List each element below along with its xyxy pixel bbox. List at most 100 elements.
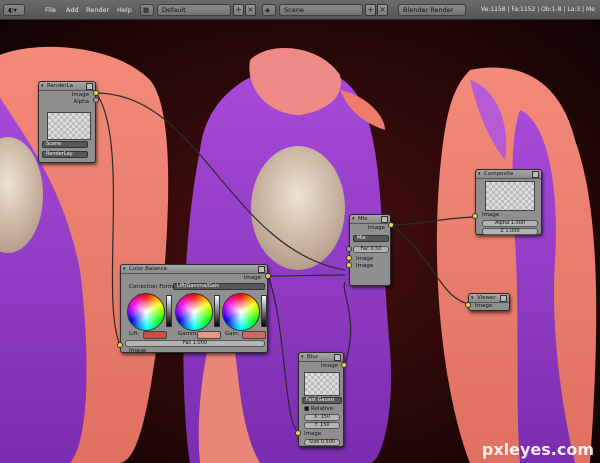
delete-screen-button[interactable]: × [245, 4, 256, 16]
color-balance-output-socket[interactable] [265, 273, 271, 279]
fac-field[interactable]: Fac 1.000 [125, 340, 265, 347]
node-editor-canvas[interactable]: ▾ RenderLa Image Alpha Scene RenderLay ▾ C… [0, 20, 600, 463]
render-layer-select[interactable]: RenderLay [42, 151, 88, 158]
render-layers-image-output-socket[interactable] [93, 90, 99, 96]
editor-type-menu[interactable]: ◐▾ [3, 4, 25, 16]
preview-toggle-icon[interactable] [86, 83, 93, 90]
render-engine-select[interactable]: Blender Render [398, 4, 466, 16]
scene-icon[interactable]: ◈ [262, 4, 276, 16]
input-image-label: Image [304, 431, 322, 437]
blur-size-field[interactable]: Size 0.500 [304, 439, 340, 446]
gain-label: Gain: [225, 331, 240, 337]
gamma-color-wheel[interactable] [175, 293, 213, 331]
blur-header[interactable]: ▾ Blur [299, 353, 343, 362]
preview-toggle-icon[interactable] [532, 171, 539, 178]
gamma-color-swatch[interactable] [197, 331, 221, 339]
mix-node[interactable]: ▾ Mix Image Mix Fac 0.50 Image Image [349, 214, 391, 286]
screen-layout-icon[interactable]: ▦ [140, 4, 154, 16]
plus-icon: + [367, 5, 374, 14]
render-layers-alpha-output-socket[interactable] [93, 97, 99, 103]
color-balance-header[interactable]: ▾ Color Balance [121, 265, 267, 274]
link-blur-to-mix [343, 281, 352, 365]
blur-node[interactable]: ▾ Blur Image Fast Gaussi ■ Relative X: 15… [298, 352, 344, 447]
screen-layout-field[interactable]: Default [157, 4, 231, 16]
preview-toggle-icon[interactable] [258, 266, 265, 273]
scene-field[interactable]: Scene [279, 4, 363, 16]
collapse-icon: ▾ [478, 171, 481, 177]
preview-toggle-icon[interactable] [500, 295, 507, 302]
render-preview-thumbnail [47, 112, 91, 140]
gain-color-wheel[interactable] [222, 293, 260, 331]
menu-add[interactable]: Add [66, 4, 79, 16]
output-image-label: Image [71, 92, 89, 98]
lift-color-wheel[interactable] [127, 293, 165, 331]
link-colorbalance-to-mix [267, 274, 346, 277]
checkbox-icon: ■ [304, 406, 310, 412]
alpha-field[interactable]: Alpha 1.000 [482, 220, 538, 227]
header-bar: ◐▾ File Add Render Help ▦ Default + × ◈ … [0, 0, 600, 20]
close-icon: × [379, 5, 386, 14]
link-mix-to-composite [389, 216, 476, 226]
link-mix-to-viewer [389, 224, 471, 305]
viewer-header[interactable]: ▾ Viewer [469, 294, 509, 303]
z-field[interactable]: Z 1.000 [482, 228, 538, 235]
mix-input-1-socket[interactable] [346, 255, 352, 261]
preview-toggle-icon[interactable] [334, 354, 341, 361]
mix-fac-socket[interactable] [346, 246, 352, 252]
input-image-1-label: Image [356, 256, 374, 262]
viewer-input-socket[interactable] [465, 302, 471, 308]
link-render-to-colorbalance [95, 92, 121, 346]
mix-header[interactable]: ▾ Mix [350, 215, 390, 224]
mix-fac-field[interactable]: Fac 0.50 [353, 246, 389, 253]
preview-toggle-icon[interactable] [381, 216, 388, 223]
size-y-field[interactable]: Y: 150 [304, 422, 340, 429]
gamma-value-slider[interactable] [214, 295, 220, 327]
color-balance-input-socket[interactable] [117, 342, 123, 348]
size-x-field[interactable]: X: 150 [304, 414, 340, 421]
input-image-label: Image [482, 212, 500, 218]
mix-output-socket[interactable] [388, 222, 394, 228]
node-title: Viewer [477, 295, 496, 301]
collapse-icon: ▾ [123, 266, 126, 272]
relative-label: Relative [310, 406, 334, 412]
blur-input-socket[interactable] [295, 430, 301, 436]
relative-checkbox[interactable]: ■ Relative [304, 406, 333, 412]
output-image-label: Image [243, 275, 261, 281]
node-title: Color Balance [129, 266, 168, 272]
editor-type-icon: ◐▾ [8, 6, 17, 14]
watermark-text: pxleyes.com [481, 440, 594, 459]
blend-mode-select[interactable]: Mix [353, 235, 389, 242]
node-title: Blur [307, 354, 319, 360]
node-title: Composite [484, 171, 514, 177]
render-layers-node[interactable]: ▾ RenderLa Image Alpha Scene RenderLay [38, 81, 96, 163]
lift-label: Lift: [129, 331, 140, 337]
menu-help[interactable]: Help [117, 4, 132, 16]
delete-scene-button[interactable]: × [377, 4, 388, 16]
close-icon: × [247, 5, 254, 14]
gain-value-slider[interactable] [261, 295, 267, 327]
input-image-label: Image [129, 348, 147, 354]
add-screen-button[interactable]: + [233, 4, 244, 16]
output-alpha-label: Alpha [73, 99, 89, 105]
composite-input-socket[interactable] [472, 213, 478, 219]
node-title: RenderLa [47, 83, 74, 89]
lift-color-swatch[interactable] [143, 331, 167, 339]
menu-file[interactable]: File [45, 4, 56, 16]
color-balance-node[interactable]: ▾ Color Balance Image Correction Form Lif… [120, 264, 268, 354]
blur-output-socket[interactable] [341, 362, 347, 368]
render-layers-header[interactable]: ▾ RenderLa [39, 82, 95, 91]
filter-type-select[interactable]: Fast Gaussi [302, 397, 342, 404]
viewer-node[interactable]: ▾ Viewer Image [468, 293, 510, 311]
add-scene-button[interactable]: + [365, 4, 376, 16]
composite-preview-thumbnail [485, 181, 535, 211]
menu-render[interactable]: Render [86, 4, 109, 16]
link-render-to-mix [95, 92, 346, 271]
lift-value-slider[interactable] [166, 295, 172, 327]
composite-node[interactable]: ▾ Composite Image Alpha 1.000 Z 1.000 [475, 169, 542, 235]
scene-statistics: Ve:1158 | Fa:1152 | Ob:1-8 | La:3 | Me [481, 6, 595, 13]
scene-select[interactable]: Scene [42, 141, 88, 148]
gain-color-swatch[interactable] [242, 331, 266, 339]
mix-input-2-socket[interactable] [346, 262, 352, 268]
composite-header[interactable]: ▾ Composite [476, 170, 541, 179]
correction-formula-select[interactable]: Lift/Gamma/Gain [173, 283, 265, 290]
